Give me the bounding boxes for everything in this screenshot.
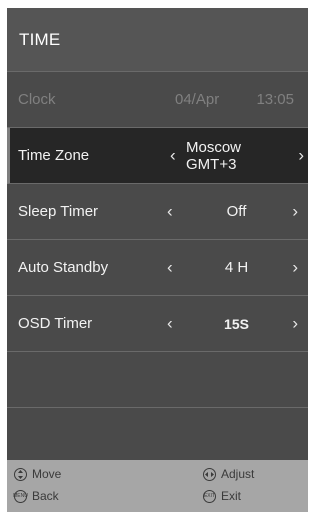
menu-header: TIME — [7, 8, 308, 72]
sleep-timer-value: Off — [226, 203, 247, 220]
chevron-left-icon[interactable]: ‹ — [167, 201, 173, 221]
chevron-left-icon[interactable]: ‹ — [170, 145, 176, 165]
back-hint-label: Back — [32, 489, 59, 503]
chevron-left-icon[interactable]: ‹ — [167, 257, 173, 277]
empty-row — [7, 352, 308, 408]
auto-standby-value: 4 H — [224, 259, 249, 276]
sleep-timer-label: Sleep Timer — [18, 203, 99, 220]
osd-timer-row[interactable]: OSD Timer ‹ 15S › — [7, 296, 308, 352]
time-settings-menu: TIME Clock 04/Apr 13:05 Time Zone ‹ Mosc… — [7, 8, 308, 512]
menu-title: TIME — [19, 29, 61, 49]
menu-key-icon: MENU — [13, 489, 28, 503]
move-hint-label: Move — [32, 467, 62, 481]
chevron-left-icon[interactable]: ‹ — [167, 313, 173, 333]
chevron-right-icon[interactable]: › — [292, 313, 298, 333]
adjust-hint-label: Adjust — [221, 467, 255, 481]
clock-date: 04/Apr — [175, 91, 220, 108]
time-zone-label: Time Zone — [18, 147, 90, 164]
time-zone-row[interactable]: Time Zone ‹ Moscow GMT+3 › — [7, 128, 308, 184]
clock-label: Clock — [18, 91, 56, 108]
dpad-updown-icon — [14, 467, 27, 481]
key-hint-bar: Move Adjust MENU Back EXIT Exit — [7, 460, 308, 512]
clock-time: 13:05 — [256, 91, 294, 108]
auto-standby-label: Auto Standby — [18, 259, 109, 276]
exit-hint-label: Exit — [221, 489, 242, 503]
empty-row — [7, 408, 308, 464]
chevron-right-icon[interactable]: › — [292, 257, 298, 277]
osd-timer-label: OSD Timer — [18, 315, 93, 332]
auto-standby-row[interactable]: Auto Standby ‹ 4 H › — [7, 240, 308, 296]
clock-row: Clock 04/Apr 13:05 — [7, 72, 308, 128]
sleep-timer-row[interactable]: Sleep Timer ‹ Off › — [7, 184, 308, 240]
exit-hint: EXIT Exit — [203, 489, 241, 503]
chevron-right-icon[interactable]: › — [298, 145, 304, 165]
osd-timer-value: 15S — [224, 315, 249, 332]
move-hint: Move — [14, 467, 61, 481]
dpad-leftright-icon — [203, 467, 216, 481]
chevron-right-icon[interactable]: › — [292, 201, 298, 221]
back-hint: MENU Back — [13, 489, 59, 503]
adjust-hint: Adjust — [203, 467, 254, 481]
time-zone-value: Moscow GMT+3 — [186, 138, 242, 173]
exit-key-icon: EXIT — [203, 489, 216, 503]
